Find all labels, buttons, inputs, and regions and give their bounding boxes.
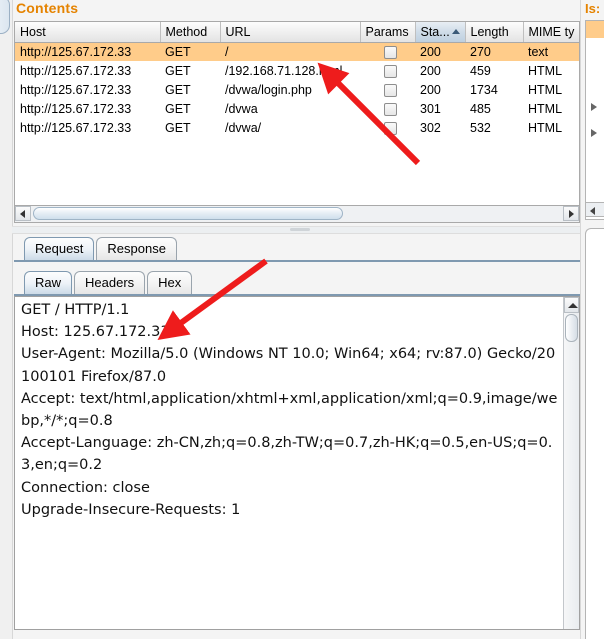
- cell-status: 302: [420, 120, 441, 135]
- scroll-left-button[interactable]: [15, 206, 31, 221]
- cell-status: 200: [420, 82, 441, 97]
- vertical-scroll-thumb[interactable]: [565, 314, 578, 342]
- table-body: http://125.67.172.33 GET/200 270 text http:/…: [15, 42, 579, 137]
- cell-status: 200: [420, 63, 441, 78]
- raw-request-text: GET / HTTP/1.1 Host: 125.67.172.33 User-…: [21, 302, 558, 518]
- burp-suite-window: Contents Host Method URL Params Sta... L…: [0, 0, 604, 639]
- issues-horizontal-scrollbar[interactable]: [585, 202, 604, 217]
- cell-length: 532: [470, 120, 491, 135]
- table-row[interactable]: http://125.67.172.33 GET/ 200 270 text: [15, 42, 579, 61]
- issues-tree-selected-item[interactable]: [586, 21, 604, 38]
- cell-method: GET: [160, 42, 220, 61]
- cell-mime-type: text: [523, 42, 579, 61]
- cell-url: /: [220, 42, 360, 61]
- cell-host: http://125.67.172.33: [15, 42, 160, 61]
- params-checkbox[interactable]: [383, 45, 397, 59]
- cell-mime-type: HTML: [528, 82, 563, 97]
- column-header-mime-type[interactable]: MIME ty: [523, 22, 579, 43]
- cell-host: http://125.67.172.33: [20, 101, 132, 116]
- cell-host: http://125.67.172.33: [20, 82, 132, 97]
- message-tabs-secondary: Raw Headers Hex: [24, 271, 194, 295]
- contents-table: Host Method URL Params Sta... Length MIM…: [15, 22, 579, 137]
- table-row[interactable]: http://125.67.172.33 GET/192.168.71.128.h…: [15, 61, 579, 80]
- panel-splitter[interactable]: [12, 226, 580, 234]
- cell-url: /192.168.71.128.html: [225, 63, 343, 78]
- cell-host: http://125.67.172.33: [20, 63, 132, 78]
- table-header-row: Host Method URL Params Sta... Length MIM…: [15, 22, 579, 43]
- cell-status: 301: [420, 101, 441, 116]
- issues-tree[interactable]: [585, 20, 604, 220]
- cell-mime-type: HTML: [528, 101, 563, 116]
- cell-params: [360, 118, 415, 137]
- column-header-length[interactable]: Length: [465, 22, 524, 43]
- cell-length: 459: [470, 63, 491, 78]
- params-checkbox[interactable]: [383, 121, 397, 135]
- scroll-up-button[interactable]: [564, 297, 579, 313]
- collapsed-tab-handle[interactable]: [0, 0, 10, 34]
- left-collapsed-strip[interactable]: [0, 0, 13, 639]
- params-checkbox[interactable]: [383, 102, 397, 116]
- cell-url: /dvwa: [225, 101, 258, 116]
- cell-params: [360, 61, 415, 80]
- issues-panel: Is:: [580, 0, 604, 639]
- table-row[interactable]: http://125.67.172.33 GET/dvwa 301 485 HTML: [15, 99, 579, 118]
- column-header-method[interactable]: Method: [160, 22, 221, 43]
- column-header-url[interactable]: URL: [220, 22, 361, 43]
- issues-panel-title: Is:: [585, 1, 601, 16]
- tab-request[interactable]: Request: [24, 237, 95, 260]
- cell-params: [360, 42, 415, 61]
- cell-params: [360, 99, 415, 118]
- table-row[interactable]: http://125.67.172.33 GET/dvwa/login.php 20…: [15, 80, 579, 99]
- message-tabs-primary: Request Response: [24, 237, 179, 261]
- cell-host: http://125.67.172.33: [20, 120, 132, 135]
- raw-request-viewer[interactable]: GET / HTTP/1.1 Host: 125.67.172.33 User-…: [14, 296, 580, 630]
- scroll-right-button[interactable]: [563, 206, 579, 221]
- cell-params: [360, 80, 415, 99]
- cell-url: /dvwa/login.php: [225, 82, 312, 97]
- tab-headers[interactable]: Headers: [74, 271, 146, 294]
- cell-url: /dvwa/: [225, 120, 262, 135]
- horizontal-scroll-thumb[interactable]: [33, 207, 343, 220]
- column-header-params[interactable]: Params: [360, 22, 416, 43]
- cell-method: GET: [165, 101, 191, 116]
- cell-mime-type: HTML: [528, 120, 563, 135]
- issues-detail-box: [585, 228, 604, 639]
- column-header-host[interactable]: Host: [15, 22, 161, 43]
- tab-raw[interactable]: Raw: [24, 271, 73, 294]
- cell-method: GET: [165, 120, 191, 135]
- cell-length: 270: [465, 42, 523, 61]
- params-checkbox[interactable]: [383, 83, 397, 97]
- cell-mime-type: HTML: [528, 63, 563, 78]
- chevron-left-icon: [20, 210, 25, 218]
- chevron-left-icon: [590, 207, 595, 215]
- contents-table-panel: Host Method URL Params Sta... Length MIM…: [14, 21, 580, 206]
- splitter-grip[interactable]: [290, 228, 310, 231]
- tab-response[interactable]: Response: [96, 237, 177, 260]
- page-title: Contents: [16, 0, 79, 16]
- tree-expand-arrow-icon[interactable]: [591, 129, 597, 137]
- chevron-up-icon: [568, 303, 578, 308]
- cell-method: GET: [165, 63, 191, 78]
- sort-ascending-icon: [451, 29, 460, 34]
- table-row[interactable]: http://125.67.172.33 GET/dvwa/302 532 HTML: [15, 118, 579, 137]
- raw-vertical-scrollbar[interactable]: [563, 297, 579, 629]
- tree-expand-arrow-icon[interactable]: [591, 103, 597, 111]
- cell-status: 200: [415, 42, 465, 61]
- column-header-status[interactable]: Sta...: [415, 22, 466, 43]
- tab-hex[interactable]: Hex: [147, 271, 193, 294]
- chevron-right-icon: [569, 210, 574, 218]
- cell-method: GET: [165, 82, 191, 97]
- cell-length: 485: [470, 101, 491, 116]
- cell-length: 1734: [470, 82, 498, 97]
- table-horizontal-scrollbar[interactable]: [14, 206, 580, 223]
- params-checkbox[interactable]: [383, 64, 397, 78]
